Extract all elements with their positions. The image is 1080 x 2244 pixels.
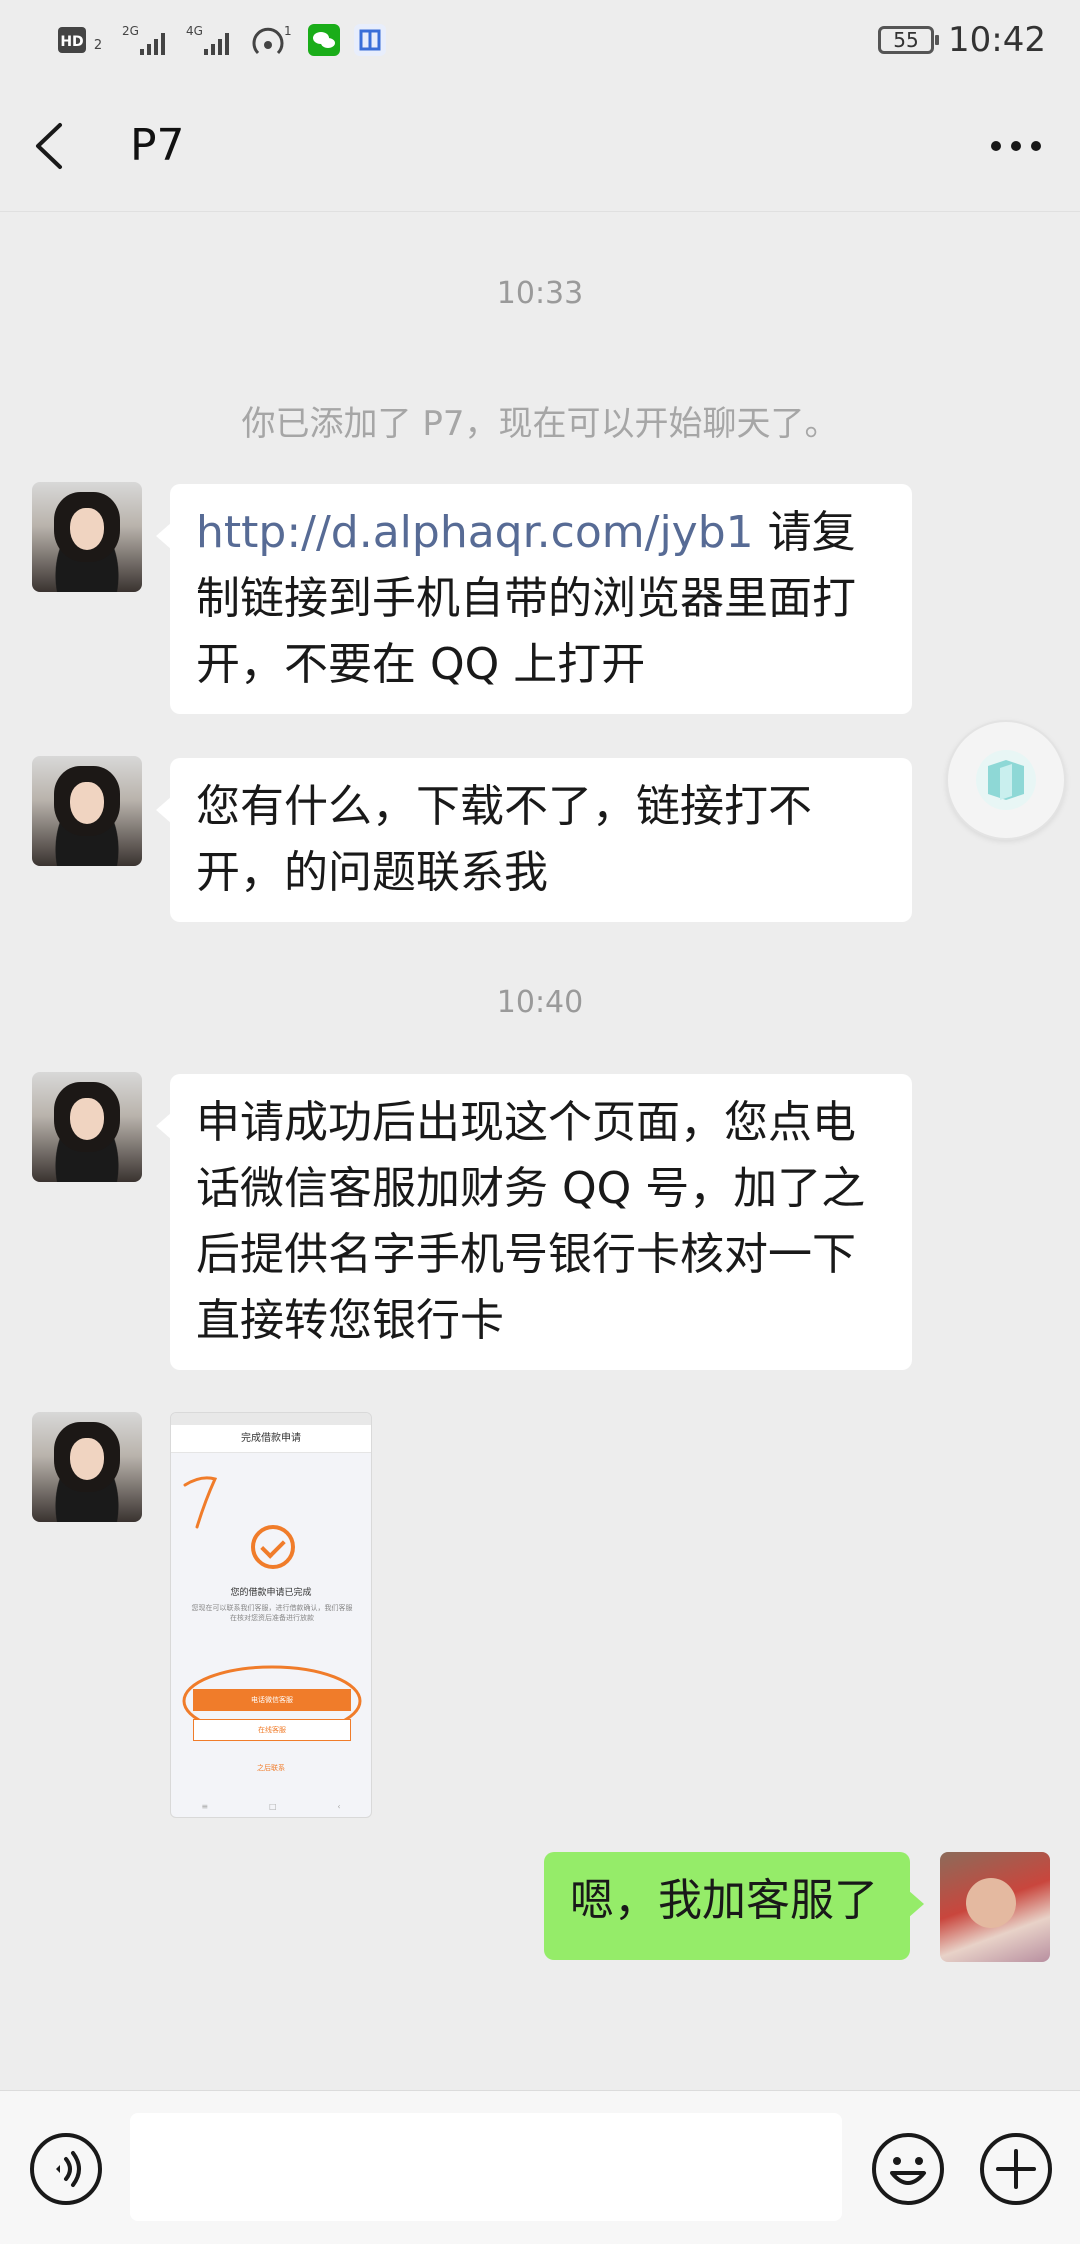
message-text: 申请成功后出现这个页面，您点电话微信客服加财务 QQ 号，加了之后提供名字手机号… [196, 1097, 866, 1346]
image-status-bar [171, 1413, 371, 1425]
back-arrow-icon [36, 122, 62, 169]
back-icon: ‹ [337, 1801, 341, 1811]
menu-icon: ≡ [201, 1801, 209, 1811]
signal-4g-icon: 4G [186, 24, 229, 55]
wechat-icon [308, 24, 340, 56]
battery-indicator: 55 [878, 26, 940, 54]
hd-icon: HD 2 [58, 27, 102, 53]
message-text: 嗯，我加客服了 [570, 1875, 878, 1926]
status-bar: HD 2 2G 4G 1 55 10:42 [0, 0, 1080, 80]
message-input[interactable] [130, 2113, 842, 2221]
app-notification-icon [354, 24, 386, 56]
chat-header: P7 [0, 80, 1080, 212]
chat-title: P7 [130, 120, 185, 171]
svg-text:1: 1 [284, 24, 292, 38]
floating-window-icon [976, 750, 1036, 810]
image-nav-bar: ≡ □ ‹ [171, 1795, 371, 1817]
image-title: 您的借款申请已完成 [230, 1588, 312, 1598]
message-link[interactable]: http://d.alphaqr.com/jyb1 [196, 507, 754, 558]
input-bar [0, 2090, 1080, 2244]
voice-button[interactable] [28, 2131, 104, 2207]
voice-icon [30, 2133, 102, 2205]
image-description: 您现在可以联系我们客服，进行借款确认，我们客服在核对您资后准备进行放款 [191, 1604, 353, 1622]
home-icon: □ [268, 1801, 277, 1811]
signal-2g-icon: 2G [122, 24, 165, 55]
annotation-mark-icon [183, 1476, 218, 1529]
more-functions-button[interactable] [978, 2131, 1054, 2207]
svg-text:2: 2 [94, 38, 102, 53]
back-button[interactable] [34, 116, 90, 176]
more-button[interactable] [986, 116, 1046, 176]
image-secondary-button: 在线客服 [193, 1719, 351, 1741]
image-primary-button: 电话微信客服 [193, 1689, 351, 1711]
svg-text:HD: HD [60, 34, 83, 50]
timestamp: 10:33 [496, 276, 584, 311]
status-icons: HD 2 2G 4G 1 [58, 23, 386, 57]
svg-text:2G: 2G [122, 24, 139, 38]
svg-text:4G: 4G [186, 24, 203, 38]
floating-window-button[interactable] [946, 720, 1066, 840]
contact-avatar[interactable] [32, 1072, 142, 1182]
image-header: 完成借款申请 [171, 1425, 371, 1453]
message-bubble-incoming[interactable]: http://d.alphaqr.com/jyb1 请复制链接到手机自带的浏览器… [156, 484, 912, 714]
plus-icon [980, 2133, 1052, 2205]
more-dots-icon [991, 140, 1041, 151]
image-message[interactable]: 完成借款申请 您的借款申请已完成 您现在可以联系我们客服，进行借款确认，我们客服… [170, 1412, 372, 1818]
timestamp: 10:40 [496, 985, 584, 1020]
check-circle-icon [251, 1525, 295, 1569]
clock: 10:42 [948, 20, 1046, 60]
contact-avatar[interactable] [32, 756, 142, 866]
message-bubble-incoming[interactable]: 申请成功后出现这个页面，您点电话微信客服加财务 QQ 号，加了之后提供名字手机号… [156, 1074, 912, 1370]
image-footer-link: 之后联系 [257, 1764, 285, 1772]
emoji-button[interactable] [870, 2131, 946, 2207]
my-avatar[interactable] [940, 1852, 1050, 1962]
message-bubble-incoming[interactable]: 您有什么，下载不了，链接打不开，的问题联系我 [156, 758, 912, 922]
contact-avatar[interactable] [32, 1412, 142, 1522]
system-message: 你已添加了 P7，现在可以开始聊天了。 [241, 404, 839, 444]
emoji-icon [872, 2133, 944, 2205]
hotspot-icon: 1 [252, 24, 292, 55]
contact-avatar[interactable] [32, 482, 142, 592]
message-text: 您有什么，下载不了，链接打不开，的问题联系我 [196, 781, 812, 898]
message-bubble-outgoing[interactable]: 嗯，我加客服了 [544, 1852, 924, 1960]
